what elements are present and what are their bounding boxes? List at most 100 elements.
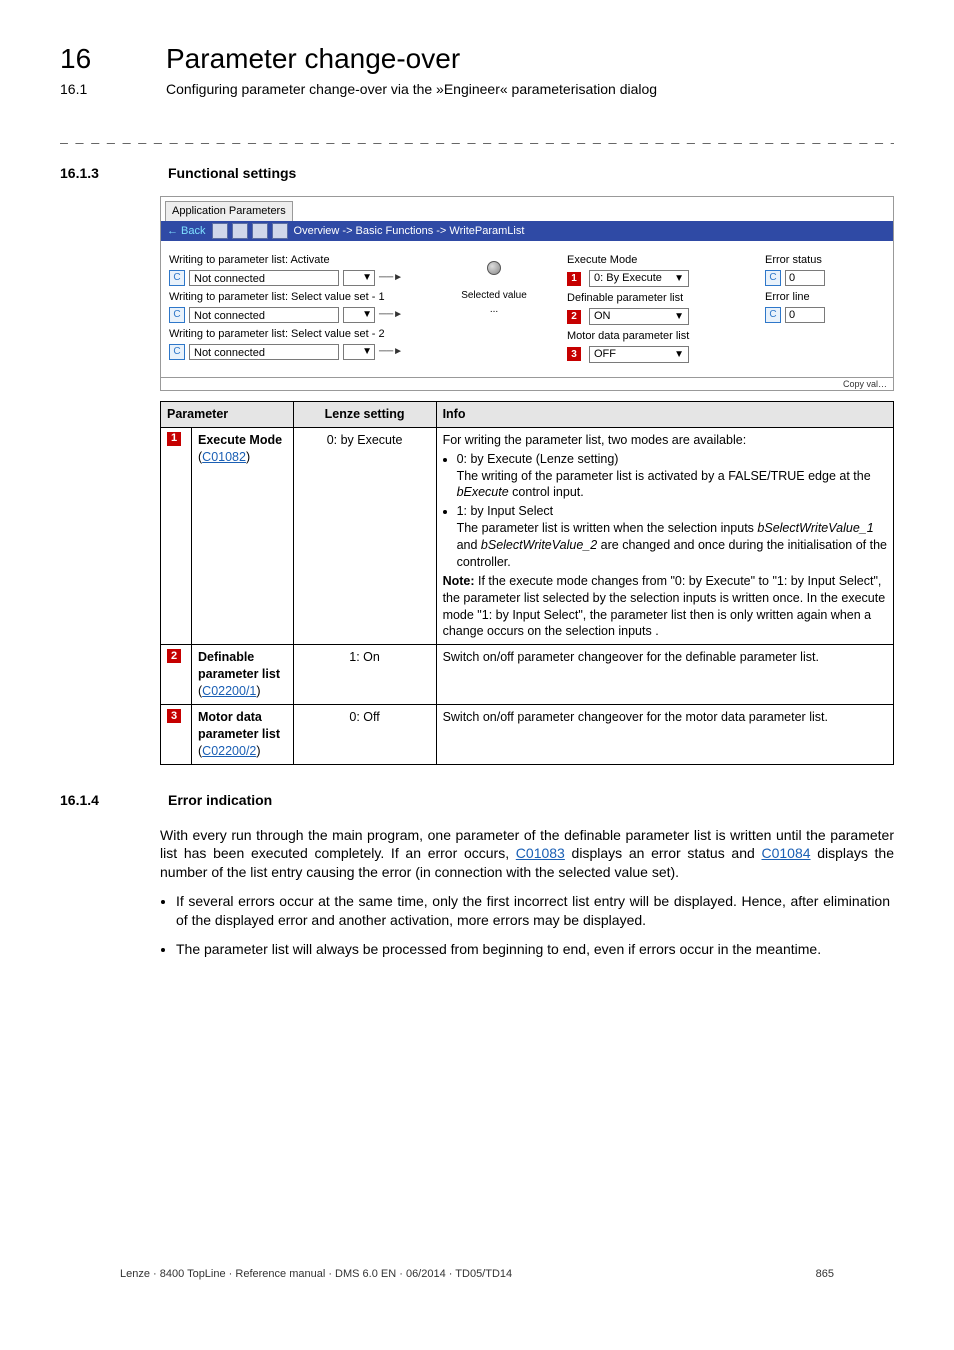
table-row: 3 Motor data parameter list (C02200/2) 0… bbox=[161, 704, 894, 764]
param-column: Execute Mode 1 0: By Execute ▼ Definable… bbox=[567, 249, 747, 365]
text: displays an error status and bbox=[565, 845, 762, 861]
note-label: Note: bbox=[443, 574, 475, 588]
callout-badge-2: 2 bbox=[567, 310, 581, 324]
error-status-field[interactable]: 0 bbox=[785, 270, 825, 286]
list-item: 0: by Execute (Lenze setting) The writin… bbox=[457, 451, 887, 502]
toolbar-icon[interactable] bbox=[212, 223, 228, 239]
divider-dashes: _ _ _ _ _ _ _ _ _ _ _ _ _ _ _ _ _ _ _ _ … bbox=[60, 127, 894, 146]
label: Error status bbox=[765, 253, 885, 268]
toolbar-icon[interactable] bbox=[272, 223, 288, 239]
c-badge-icon: C bbox=[169, 270, 185, 286]
breadcrumb-bar: ← Back Overview -> Basic Functions -> Wr… bbox=[161, 221, 893, 241]
bullet-text: control input. bbox=[509, 485, 584, 499]
bullet-list: If several errors occur at the same time… bbox=[160, 892, 890, 959]
callout-badge-1: 1 bbox=[567, 272, 581, 286]
footer-left: Lenze · 8400 TopLine · Reference manual … bbox=[120, 1267, 512, 1282]
code-link[interactable]: C02200/1 bbox=[202, 684, 256, 698]
table-row: 2 Definable parameter list (C02200/1) 1:… bbox=[161, 645, 894, 705]
connection-field[interactable]: Not connected bbox=[189, 270, 339, 286]
chevron-down-icon: ▼ bbox=[362, 345, 372, 359]
dropdown-value: ON bbox=[594, 309, 611, 324]
back-button[interactable]: ← Back bbox=[167, 224, 206, 239]
dropdown-value: 0: By Execute bbox=[594, 271, 662, 286]
label: Error line bbox=[765, 290, 885, 305]
italic-term: bSelectWriteValue_1 bbox=[757, 521, 873, 535]
connections-column: Writing to parameter list: Activate C No… bbox=[169, 249, 421, 365]
label: Writing to parameter list: Select value … bbox=[169, 290, 421, 305]
note-body: If the execute mode changes from "0: by … bbox=[443, 574, 886, 639]
lenze-setting: 1: On bbox=[293, 645, 436, 705]
wire-icon: ──► bbox=[379, 345, 403, 359]
param-name: Definable parameter list bbox=[198, 650, 280, 681]
page-number: 865 bbox=[816, 1267, 834, 1282]
row-badge-3: 3 bbox=[167, 709, 181, 723]
dropdown[interactable]: ▼ bbox=[343, 344, 375, 360]
label: Writing to parameter list: Activate bbox=[169, 253, 421, 268]
info-intro: For writing the parameter list, two mode… bbox=[443, 433, 747, 447]
bullet-text: The writing of the parameter list is act… bbox=[457, 469, 871, 483]
list-item: The parameter list will always be proces… bbox=[176, 940, 890, 959]
chevron-down-icon: ▼ bbox=[362, 308, 372, 322]
code-link[interactable]: C01082 bbox=[202, 450, 246, 464]
c-badge-icon: C bbox=[169, 344, 185, 360]
toolbar-icon[interactable] bbox=[252, 223, 268, 239]
param-name: Execute Mode bbox=[198, 433, 282, 447]
page-footer: Lenze · 8400 TopLine · Reference manual … bbox=[120, 1267, 834, 1282]
connection-field[interactable]: Not connected bbox=[189, 307, 339, 323]
list-item: 1: by Input Select The parameter list is… bbox=[457, 503, 887, 571]
c-badge-icon: C bbox=[169, 307, 185, 323]
definable-list-dropdown[interactable]: ON ▼ bbox=[589, 308, 689, 325]
status-column: Error status C 0 Error line C 0 bbox=[765, 249, 885, 365]
dropdown[interactable]: ▼ bbox=[343, 307, 375, 323]
parameter-table: Parameter Lenze setting Info 1 Execute M… bbox=[160, 401, 894, 765]
error-line-field[interactable]: 0 bbox=[785, 307, 825, 323]
bullet-head: 0: by Execute (Lenze setting) bbox=[457, 452, 619, 466]
label: Definable parameter list bbox=[567, 291, 747, 306]
subsection-title: Functional settings bbox=[168, 164, 296, 183]
wire-icon: ──► bbox=[379, 308, 403, 322]
param-name: Motor data parameter list bbox=[198, 710, 280, 741]
bullet-text: and bbox=[457, 538, 481, 552]
chapter-number: 16 bbox=[60, 40, 130, 78]
lenze-setting: 0: by Execute bbox=[293, 427, 436, 645]
bullet-text: The parameter list is written when the s… bbox=[457, 521, 758, 535]
th-info: Info bbox=[436, 401, 893, 427]
breadcrumb: Overview -> Basic Functions -> WritePara… bbox=[294, 224, 525, 239]
subsection-title: Error indication bbox=[168, 791, 272, 810]
code-link[interactable]: C02200/2 bbox=[202, 744, 256, 758]
chevron-down-icon: ▼ bbox=[674, 272, 684, 286]
section-number: 16.1 bbox=[60, 80, 130, 99]
subsection-number: 16.1.3 bbox=[60, 164, 130, 183]
chapter-title: Parameter change-over bbox=[166, 40, 460, 78]
mid-column: Selected value ... bbox=[439, 249, 549, 365]
list-item: If several errors occur at the same time… bbox=[176, 892, 890, 930]
chevron-down-icon: ▼ bbox=[362, 271, 372, 285]
wire-icon: ──► bbox=[379, 271, 403, 285]
table-row: 1 Execute Mode (C01082) 0: by Execute Fo… bbox=[161, 427, 894, 645]
label: Execute Mode bbox=[567, 253, 747, 268]
dropdown[interactable]: ▼ bbox=[343, 270, 375, 286]
subsection-number: 16.1.4 bbox=[60, 791, 130, 810]
code-link[interactable]: C01083 bbox=[516, 845, 565, 861]
selected-value-label: Selected value bbox=[461, 289, 527, 303]
application-parameters-tab[interactable]: Application Parameters bbox=[165, 201, 293, 221]
chevron-down-icon: ▼ bbox=[674, 310, 684, 324]
section-title: Configuring parameter change-over via th… bbox=[166, 80, 657, 99]
info-cell: For writing the parameter list, two mode… bbox=[436, 427, 893, 645]
dropdown-value: OFF bbox=[594, 347, 616, 362]
chevron-down-icon: ▼ bbox=[674, 348, 684, 362]
label: Writing to parameter list: Select value … bbox=[169, 327, 421, 342]
toolbar-icon[interactable] bbox=[232, 223, 248, 239]
status-led-icon bbox=[487, 261, 501, 275]
info-cell: Switch on/off parameter changeover for t… bbox=[436, 704, 893, 764]
connection-field[interactable]: Not connected bbox=[189, 344, 339, 360]
italic-term: bSelectWriteValue_2 bbox=[481, 538, 597, 552]
bullet-head: 1: by Input Select bbox=[457, 504, 554, 518]
code-link[interactable]: C01084 bbox=[762, 845, 811, 861]
execute-mode-dropdown[interactable]: 0: By Execute ▼ bbox=[589, 270, 689, 287]
th-parameter: Parameter bbox=[161, 401, 294, 427]
c-badge-icon: C bbox=[765, 270, 781, 286]
paragraph: With every run through the main program,… bbox=[160, 826, 894, 883]
motor-list-dropdown[interactable]: OFF ▼ bbox=[589, 346, 689, 363]
copy-button[interactable]: Copy val… bbox=[161, 377, 893, 390]
